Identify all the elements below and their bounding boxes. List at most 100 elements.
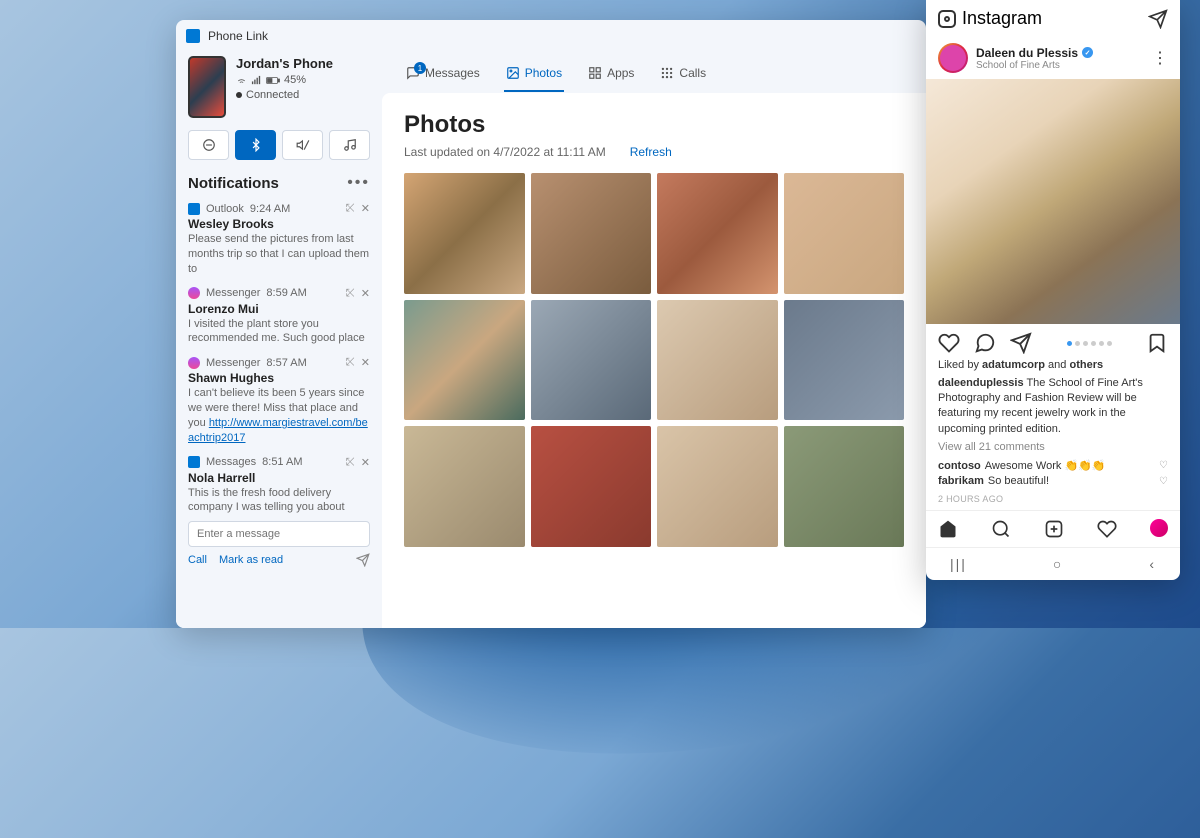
search-icon[interactable] bbox=[991, 519, 1011, 539]
photo-thumb[interactable] bbox=[784, 300, 905, 421]
tab-calls[interactable]: Calls bbox=[658, 60, 708, 92]
post-username: Daleen du Plessis✓ bbox=[976, 46, 1093, 60]
instagram-logo[interactable]: Instagram bbox=[938, 8, 1042, 29]
comment-like-icon[interactable]: ♡ bbox=[1159, 475, 1168, 489]
notif-link[interactable]: http://www.margiestravel.com/beachtrip20… bbox=[188, 417, 368, 444]
home-button[interactable]: ○ bbox=[1053, 556, 1063, 572]
music-button[interactable] bbox=[329, 130, 370, 160]
home-icon[interactable] bbox=[938, 519, 958, 539]
likes-text[interactable]: Liked by adatumcorp and others bbox=[938, 358, 1168, 373]
photo-thumb[interactable] bbox=[404, 426, 525, 547]
comment-item: contoso Awesome Work 👏👏👏♡ bbox=[938, 459, 1168, 474]
tab-apps[interactable]: Apps bbox=[586, 60, 636, 92]
messages-badge: 1 bbox=[414, 62, 426, 74]
notif-body: This is the fresh food delivery company … bbox=[188, 486, 370, 516]
photo-thumb[interactable] bbox=[657, 173, 778, 294]
notif-time: 8:51 AM bbox=[262, 456, 302, 468]
recents-button[interactable]: ||| bbox=[950, 556, 967, 572]
view-comments-link[interactable]: View all 21 comments bbox=[938, 440, 1168, 455]
share-icon[interactable] bbox=[1010, 332, 1032, 354]
notif-app: Messenger bbox=[206, 287, 260, 299]
back-button[interactable]: ‹ bbox=[1149, 556, 1156, 572]
post-user-row[interactable]: Daleen du Plessis✓ School of Fine Arts ⋮ bbox=[926, 37, 1180, 79]
photo-thumb[interactable] bbox=[784, 173, 905, 294]
phone-link-window: Phone Link Jordan's Phone 45% Connected bbox=[176, 20, 926, 628]
messenger-icon bbox=[188, 287, 200, 299]
notif-sender: Shawn Hughes bbox=[188, 371, 370, 385]
new-post-icon[interactable] bbox=[1044, 519, 1064, 539]
quick-buttons bbox=[188, 130, 370, 160]
profile-icon[interactable] bbox=[1150, 519, 1168, 537]
photo-thumb[interactable] bbox=[404, 173, 525, 294]
photo-thumb[interactable] bbox=[784, 426, 905, 547]
android-nav-bar: ||| ○ ‹ bbox=[926, 547, 1180, 580]
reply-box[interactable] bbox=[188, 521, 370, 547]
tab-photos[interactable]: Photos bbox=[504, 60, 564, 92]
notification-item[interactable]: Messenger 8:59 AM ⤪ ✕ Lorenzo Mui I visi… bbox=[188, 287, 370, 347]
app-title: Phone Link bbox=[208, 29, 268, 43]
notif-time: 9:24 AM bbox=[250, 203, 290, 215]
call-link[interactable]: Call bbox=[188, 554, 207, 566]
instagram-window: Instagram Daleen du Plessis✓ School of F… bbox=[926, 0, 1180, 580]
comment-icon[interactable] bbox=[974, 332, 996, 354]
comment-like-icon[interactable]: ♡ bbox=[1159, 459, 1168, 473]
post-more-icon[interactable]: ⋮ bbox=[1152, 48, 1168, 68]
refresh-link[interactable]: Refresh bbox=[630, 145, 672, 159]
photo-thumb[interactable] bbox=[657, 300, 778, 421]
pin-icon[interactable]: ⤪ bbox=[346, 202, 355, 215]
photo-thumb[interactable] bbox=[404, 300, 525, 421]
notif-sender: Nola Harrell bbox=[188, 471, 370, 485]
caption: daleenduplessis The School of Fine Art's… bbox=[938, 376, 1168, 438]
tab-bar: 1 Messages Photos Apps Calls bbox=[382, 52, 926, 93]
carousel-dots bbox=[1046, 341, 1132, 346]
pin-icon[interactable]: ⤪ bbox=[346, 287, 355, 300]
post-location: School of Fine Arts bbox=[976, 60, 1093, 71]
pin-icon[interactable]: ⤪ bbox=[346, 456, 355, 469]
photo-thumb[interactable] bbox=[531, 300, 652, 421]
volume-button[interactable] bbox=[282, 130, 323, 160]
calls-icon bbox=[660, 66, 674, 80]
notif-time: 8:57 AM bbox=[266, 357, 306, 369]
notif-sender: Lorenzo Mui bbox=[188, 302, 370, 316]
signal-icon bbox=[251, 75, 262, 86]
mark-read-link[interactable]: Mark as read bbox=[219, 554, 283, 566]
direct-icon[interactable] bbox=[1148, 9, 1168, 29]
bluetooth-button[interactable] bbox=[235, 130, 276, 160]
phone-card[interactable]: Jordan's Phone 45% Connected bbox=[188, 56, 370, 118]
photo-thumb[interactable] bbox=[531, 426, 652, 547]
notif-time: 8:59 AM bbox=[266, 287, 306, 299]
bookmark-icon[interactable] bbox=[1146, 332, 1168, 354]
notification-item[interactable]: Messenger 8:57 AM ⤪ ✕ Shawn Hughes I can… bbox=[188, 356, 370, 445]
notif-body: I visited the plant store you recommende… bbox=[188, 317, 370, 347]
phone-connection: Connected bbox=[236, 89, 333, 101]
notif-body: Please send the pictures from last month… bbox=[188, 232, 370, 277]
titlebar: Phone Link bbox=[176, 20, 926, 52]
last-updated: Last updated on 4/7/2022 at 11:11 AM bbox=[404, 145, 606, 159]
activity-icon[interactable] bbox=[1097, 519, 1117, 539]
notifications-more-icon[interactable]: ••• bbox=[347, 174, 370, 192]
notif-sender: Wesley Brooks bbox=[188, 217, 370, 231]
apps-icon bbox=[588, 66, 602, 80]
page-title: Photos bbox=[404, 111, 904, 139]
close-icon[interactable]: ✕ bbox=[361, 287, 370, 300]
comment-item: fabrikam So beautiful!♡ bbox=[938, 474, 1168, 489]
close-icon[interactable]: ✕ bbox=[361, 356, 370, 369]
post-image[interactable] bbox=[926, 79, 1180, 324]
notification-item[interactable]: Messages 8:51 AM ⤪ ✕ Nola Harrell This i… bbox=[188, 456, 370, 568]
close-icon[interactable]: ✕ bbox=[361, 202, 370, 215]
posted-time: 2 hours ago bbox=[938, 493, 1168, 506]
app-icon bbox=[186, 29, 200, 43]
verified-icon: ✓ bbox=[1082, 47, 1093, 58]
send-icon[interactable] bbox=[356, 553, 370, 567]
tab-messages[interactable]: 1 Messages bbox=[404, 60, 482, 92]
photo-thumb[interactable] bbox=[531, 173, 652, 294]
photo-thumb[interactable] bbox=[657, 426, 778, 547]
like-icon[interactable] bbox=[938, 332, 960, 354]
notification-item[interactable]: Outlook 9:24 AM ⤪ ✕ Wesley Brooks Please… bbox=[188, 202, 370, 277]
pin-icon[interactable]: ⤪ bbox=[346, 356, 355, 369]
close-icon[interactable]: ✕ bbox=[361, 456, 370, 469]
instagram-bottom-nav bbox=[926, 510, 1180, 547]
reply-input[interactable] bbox=[197, 528, 361, 540]
dnd-button[interactable] bbox=[188, 130, 229, 160]
notif-app: Messenger bbox=[206, 357, 260, 369]
